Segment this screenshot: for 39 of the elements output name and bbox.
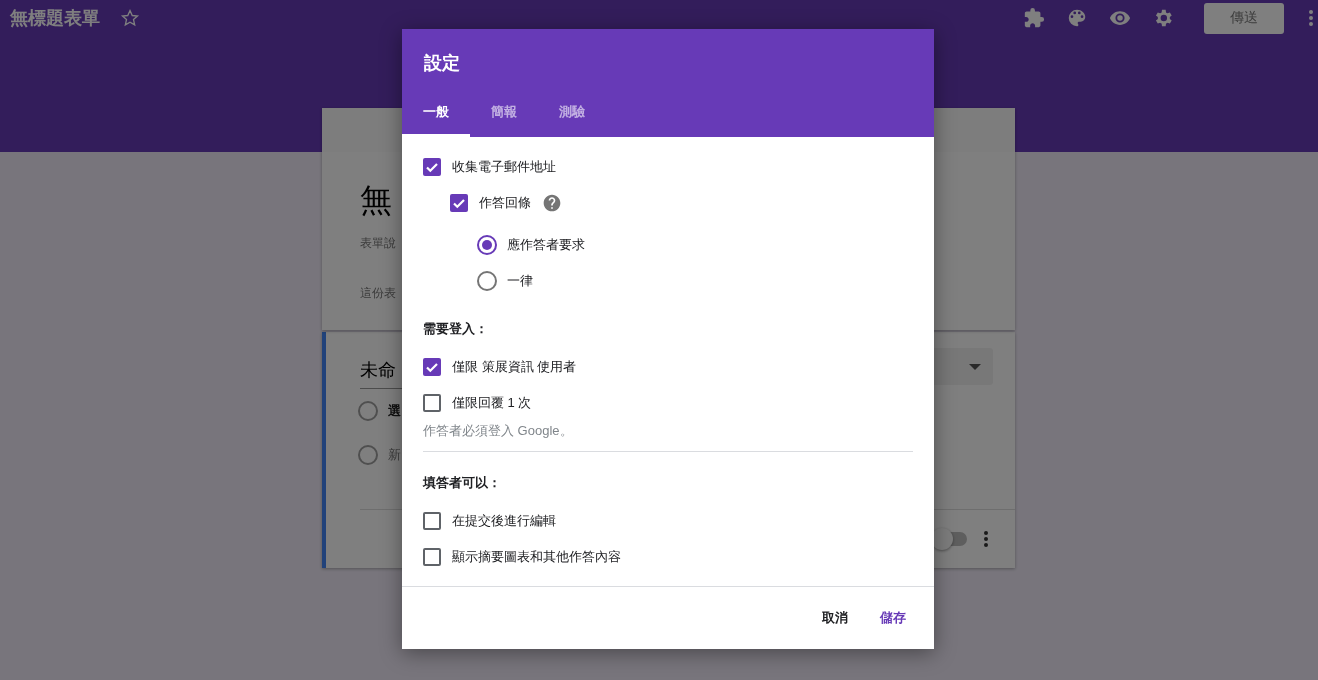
save-button[interactable]: 儲存 [868,600,918,636]
tab[interactable]: 簡報 [470,89,538,137]
checkbox[interactable] [423,158,441,176]
checkbox-label: 作答回條 [479,194,531,212]
radio-label: 應作答者要求 [507,236,585,254]
dropdown-arrow-icon [969,363,981,370]
checkbox[interactable] [423,548,441,566]
checkbox[interactable] [423,358,441,376]
cancel-button[interactable]: 取消 [810,600,860,636]
checkbox-label: 顯示摘要圖表和其他作答內容 [452,548,621,566]
radio-label: 一律 [507,272,533,290]
form-note: 這份表 [360,285,397,302]
radio-circle-icon [358,401,378,421]
radio-button[interactable] [477,271,497,291]
checkbox-label: 僅限 策展資訊 使用者 [452,358,577,376]
checkbox[interactable] [450,194,468,212]
more-icon[interactable] [983,530,989,548]
checkbox-label: 僅限回覆 1 次 [452,394,532,412]
help-icon[interactable] [542,193,562,213]
option-label[interactable]: 選 [388,402,401,420]
section-heading: 需要登入： [423,320,489,338]
tab[interactable]: 一般 [402,89,470,137]
checkbox[interactable] [423,394,441,412]
star-icon[interactable] [120,8,140,28]
send-button[interactable]: 傳送 [1204,2,1284,34]
checkbox-label: 收集電子郵件地址 [452,158,556,176]
puzzle-icon[interactable] [1023,7,1045,29]
radio-circle-icon [358,445,378,465]
dialog-title: 設定 [423,52,461,75]
checkbox-label: 在提交後進行編輯 [452,512,556,530]
palette-icon[interactable] [1066,7,1088,29]
tab[interactable]: 測驗 [538,89,606,137]
add-option[interactable]: 新 [388,446,401,464]
more-icon[interactable] [1308,9,1314,27]
checkbox[interactable] [423,512,441,530]
form-title: 無標題表單 [10,7,100,30]
radio-button[interactable] [477,235,497,255]
section-heading: 填答者可以： [423,474,502,492]
hint-text: 作答者必須登入 Google。 [423,422,574,440]
